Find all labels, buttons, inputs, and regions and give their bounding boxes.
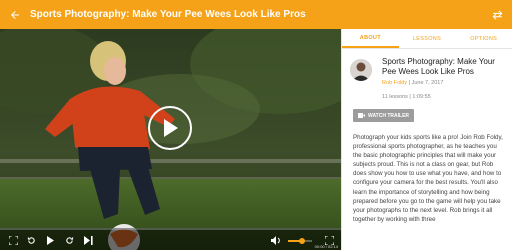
volume-button[interactable]: [270, 234, 282, 246]
volume-knob[interactable]: [299, 238, 306, 244]
course-meta: Rob Foldy | June 7, 2017: [382, 80, 506, 86]
course-description: Photograph your kids sports like a pro! …: [353, 134, 503, 223]
author-avatar: [350, 59, 372, 81]
skip-next-icon: [83, 235, 93, 245]
play-icon: [164, 119, 178, 137]
forward-button[interactable]: [63, 234, 75, 246]
meta-separator: |: [408, 80, 411, 86]
replay-icon: [27, 236, 35, 244]
back-button[interactable]: [0, 0, 30, 29]
stats-separator: |: [409, 94, 411, 100]
watch-trailer-button[interactable]: WATCH TRAILER: [353, 109, 415, 122]
forward-icon: [65, 236, 73, 244]
play-small-icon: [47, 235, 54, 245]
course-date: June 7, 2017: [411, 80, 444, 86]
rewind-button[interactable]: [25, 234, 37, 246]
tab-about[interactable]: ABOUT: [342, 29, 399, 48]
volume-slider[interactable]: [288, 238, 312, 244]
video-player[interactable]: 00:00 / 02:14: [0, 29, 341, 250]
course-header: Sports Photography: Make Your Pee Wees L…: [342, 49, 512, 100]
volume-icon: [271, 235, 280, 245]
player-controls: 00:00 / 02:14: [0, 228, 341, 250]
course-panel: ABOUT LESSONS OPTIONS Sports Photography…: [341, 29, 512, 250]
play-button[interactable]: [148, 106, 192, 150]
app-bar: Sports Photography: Make Your Pee Wees L…: [0, 0, 512, 29]
course-title: Sports Photography: Make Your Pee Wees L…: [382, 57, 495, 76]
fullscreen-icon: [8, 235, 18, 245]
play-small-button[interactable]: [44, 234, 56, 246]
tab-options[interactable]: OPTIONS: [455, 29, 512, 48]
tab-bar: ABOUT LESSONS OPTIONS: [342, 29, 512, 49]
watch-trailer-label: WATCH TRAILER: [368, 112, 410, 119]
app-title: Sports Photography: Make Your Pee Wees L…: [30, 9, 306, 20]
course-stats: 11 lessons | 1:09:55: [382, 94, 506, 100]
course-info: Sports Photography: Make Your Pee Wees L…: [382, 57, 506, 100]
swap-arrows-icon: [492, 10, 502, 20]
fullscreen-button[interactable]: [7, 234, 19, 246]
next-button[interactable]: [82, 234, 94, 246]
tab-lessons[interactable]: LESSONS: [399, 29, 456, 48]
timecode: 00:00 / 02:14: [314, 244, 338, 249]
lesson-count: 11 lessons: [382, 94, 408, 100]
progress-bar[interactable]: [0, 228, 341, 230]
video-icon: [358, 113, 365, 118]
app-window: Sports Photography: Make Your Pee Wees L…: [0, 0, 512, 250]
course-duration: 1:09:55: [412, 94, 431, 100]
author-link[interactable]: Rob Foldy: [382, 80, 407, 86]
swap-button[interactable]: [482, 0, 512, 29]
arrow-left-icon: [11, 10, 19, 19]
